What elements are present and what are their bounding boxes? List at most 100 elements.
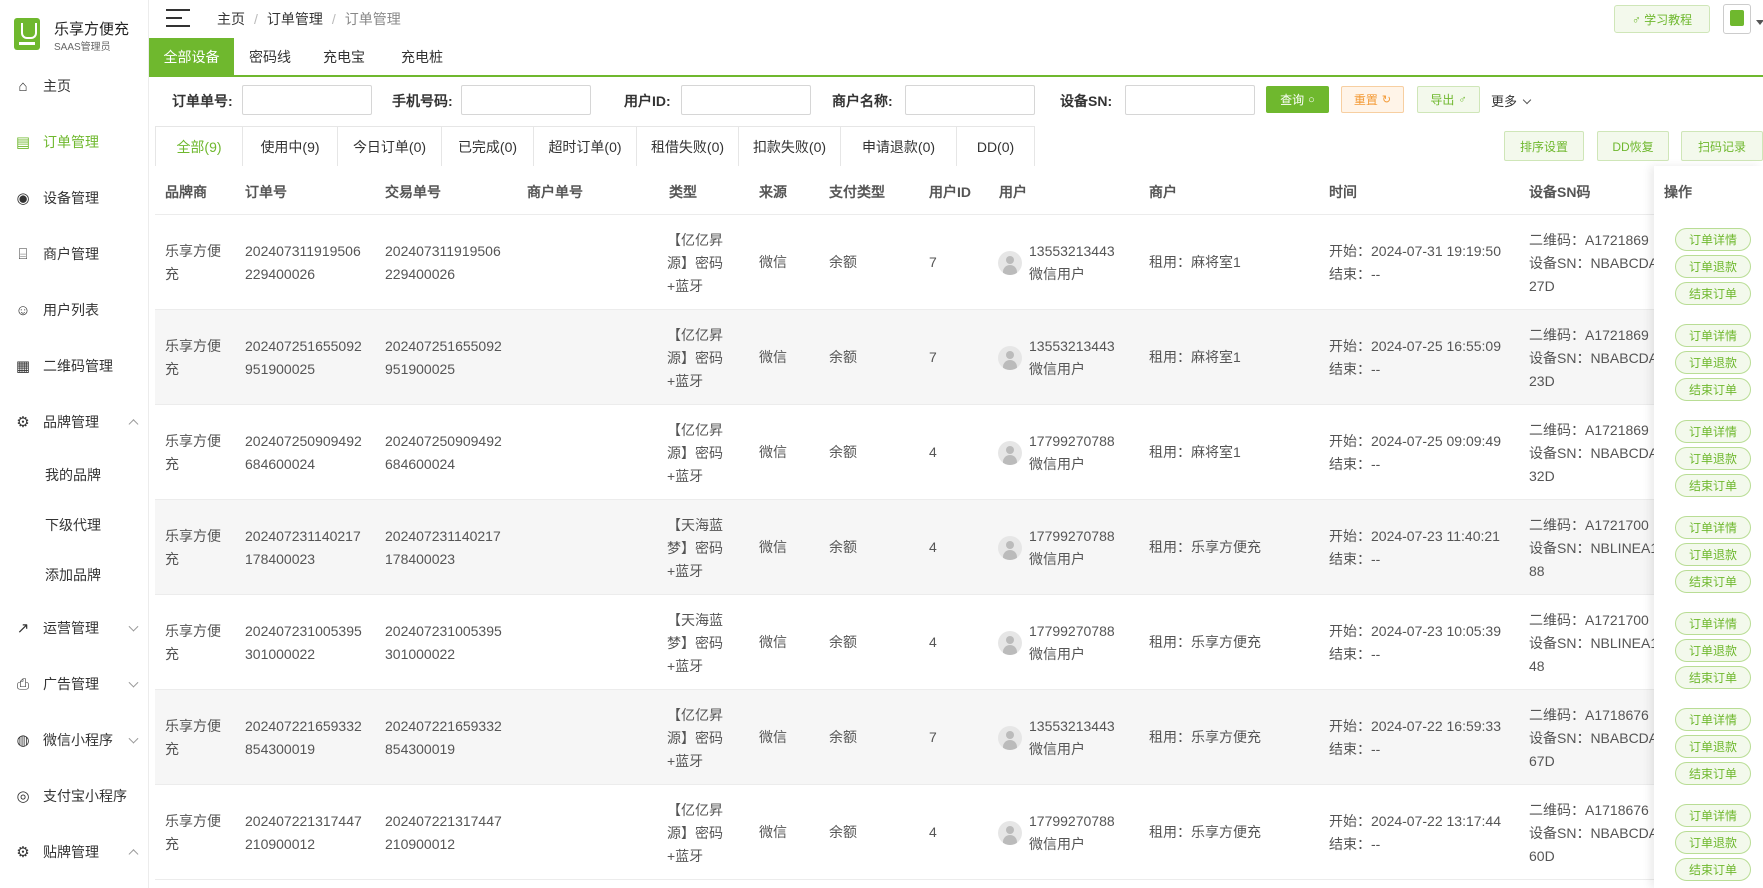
avatar[interactable] <box>1723 4 1751 34</box>
phone-label: 手机号码: <box>392 93 453 109</box>
order-refund-button[interactable]: 订单退款 <box>1675 447 1751 470</box>
cell-pay-type: 余额 <box>829 729 857 745</box>
cell-order-no: 202407231140217178400023 <box>245 528 361 567</box>
cell-trade-no: 202407311919506229400026 <box>385 243 501 282</box>
chevron-down-icon <box>128 733 139 744</box>
tab-all[interactable]: 全部(9) <box>156 127 243 166</box>
tab-all-devices[interactable]: 全部设备 <box>149 38 234 75</box>
row-actions: 订单详情 订单退款 结束订单 <box>1654 503 1763 598</box>
sidebar-item-qrcode[interactable]: ▦ 二维码管理 <box>0 338 149 394</box>
order-detail-button[interactable]: 订单详情 <box>1675 516 1751 539</box>
sidebar-subitem-my-brand[interactable]: 我的品牌 <box>0 450 149 500</box>
device-sn-input[interactable] <box>1125 85 1255 115</box>
cell-trade-no: 202407251655092951900025 <box>385 338 502 377</box>
tab-refund-request[interactable]: 申请退款(0) <box>841 127 957 166</box>
order-refund-button[interactable]: 订单退款 <box>1675 639 1751 662</box>
more-filters-button[interactable]: 更多 <box>1491 91 1532 110</box>
row-actions: 订单详情 订单退款 结束订单 <box>1654 407 1763 502</box>
scan-records-button[interactable]: 扫码记录 <box>1681 131 1763 161</box>
cell-user-id: 7 <box>929 349 937 365</box>
sort-settings-button[interactable]: 排序设置 <box>1504 131 1584 161</box>
sidebar-item-merchants[interactable]: ⌸ 商户管理 <box>0 226 149 282</box>
order-refund-button[interactable]: 订单退款 <box>1675 831 1751 854</box>
tab-timeout[interactable]: 超时订单(0) <box>534 127 637 166</box>
sidebar-subitem-sub-agent[interactable]: 下级代理 <box>0 500 149 550</box>
tab-completed[interactable]: 已完成(0) <box>442 127 534 166</box>
query-button[interactable]: 查询 ○ <box>1266 86 1329 113</box>
sidebar-item-operation[interactable]: ↗ 运营管理 <box>0 600 149 656</box>
end-order-button[interactable]: 结束订单 <box>1675 666 1751 689</box>
order-refund-button[interactable]: 订单退款 <box>1675 351 1751 374</box>
caret-down-icon[interactable] <box>1756 20 1763 25</box>
tab-rent-failed[interactable]: 租借失败(0) <box>637 127 739 166</box>
sidebar-item-devices[interactable]: ◉ 设备管理 <box>0 170 149 226</box>
end-order-button[interactable]: 结束订单 <box>1675 858 1751 881</box>
cell-user-id: 7 <box>929 254 937 270</box>
cell-time: 开始：2024-07-25 09:09:49 结束：-- <box>1329 433 1501 472</box>
sidebar-item-alipay-app[interactable]: ◎ 支付宝小程序 <box>0 768 149 824</box>
phone-input[interactable] <box>461 85 591 115</box>
cell-time: 开始：2024-07-25 16:55:09 结束：-- <box>1329 338 1501 377</box>
tab-deduct-failed[interactable]: 扣款失败(0) <box>739 127 841 166</box>
cell-order-no: 202407221659332854300019 <box>245 718 362 757</box>
sidebar-item-home[interactable]: ⌂ 主页 <box>0 58 149 114</box>
row-actions: 订单详情 订单退款 结束订单 <box>1654 599 1763 694</box>
tab-password-cable[interactable]: 密码线 <box>234 38 306 75</box>
sidebar-item-wechat-app[interactable]: ◍ 微信小程序 <box>0 712 149 768</box>
col-order-no: 订单号 <box>245 184 287 200</box>
sidebar-item-orders[interactable]: ▤ 订单管理 <box>0 114 149 170</box>
breadcrumb-orders[interactable]: 订单管理 <box>267 11 323 27</box>
user-id-input[interactable] <box>681 85 811 115</box>
dd-restore-button[interactable]: DD恢复 <box>1597 131 1669 161</box>
order-detail-button[interactable]: 订单详情 <box>1675 708 1751 731</box>
sidebar-item-users[interactable]: ☺ 用户列表 <box>0 282 149 338</box>
export-button[interactable]: 导出 ♂ <box>1417 86 1480 113</box>
merchant-name-input[interactable] <box>905 85 1035 115</box>
user-avatar-icon <box>998 251 1022 275</box>
sidebar-item-ads[interactable]: ⎙ 广告管理 <box>0 656 149 712</box>
row-actions: 订单详情 订单退款 结束订单 <box>1654 791 1763 886</box>
order-refund-button[interactable]: 订单退款 <box>1675 255 1751 278</box>
row-actions: 订单详情 订单退款 结束订单 <box>1654 215 1763 310</box>
tab-charging-pile[interactable]: 充电桩 <box>382 38 462 75</box>
export-icon: ♂ <box>1458 93 1467 106</box>
cell-brand: 乐享方便充 <box>165 623 221 662</box>
brand-icon: ⚙ <box>16 413 30 431</box>
order-detail-button[interactable]: 订单详情 <box>1675 420 1751 443</box>
cell-user: 17799270788 微信用户 <box>1029 623 1115 662</box>
sidebar-item-label: 品牌管理 <box>43 414 99 430</box>
col-pay-type: 支付类型 <box>829 184 885 200</box>
sidebar-subitem-add-brand[interactable]: 添加品牌 <box>0 550 149 600</box>
reset-button[interactable]: 重置 ↻ <box>1341 86 1404 113</box>
tab-in-use[interactable]: 使用中(9) <box>243 127 338 166</box>
order-detail-button[interactable]: 订单详情 <box>1675 324 1751 347</box>
end-order-button[interactable]: 结束订单 <box>1675 570 1751 593</box>
cell-sn: 二维码：A1721700 设备SN：NBLINEA1 88 <box>1529 517 1657 579</box>
tab-power-bank[interactable]: 充电宝 <box>306 38 382 75</box>
end-order-button[interactable]: 结束订单 <box>1675 378 1751 401</box>
search-icon: ○ <box>1308 93 1315 106</box>
order-detail-button[interactable]: 订单详情 <box>1675 804 1751 827</box>
end-order-button[interactable]: 结束订单 <box>1675 282 1751 305</box>
settings-icon: ⚙ <box>16 843 30 861</box>
tutorial-button[interactable]: ♂ 学习教程 <box>1614 5 1710 33</box>
sidebar-item-oem[interactable]: ⚙ 贴牌管理 <box>0 824 149 880</box>
end-order-button[interactable]: 结束订单 <box>1675 762 1751 785</box>
cell-user-id: 7 <box>929 729 937 745</box>
tab-dd[interactable]: DD(0) <box>957 127 1034 166</box>
tab-today[interactable]: 今日订单(0) <box>338 127 442 166</box>
sidebar-item-brand[interactable]: ⚙ 品牌管理 <box>0 394 149 450</box>
order-detail-button[interactable]: 订单详情 <box>1675 228 1751 251</box>
menu-toggle-icon[interactable] <box>166 8 190 28</box>
breadcrumb-home[interactable]: 主页 <box>217 11 245 27</box>
order-refund-button[interactable]: 订单退款 <box>1675 543 1751 566</box>
order-detail-button[interactable]: 订单详情 <box>1675 612 1751 635</box>
user-avatar-icon <box>998 821 1022 845</box>
cell-type: 【亿亿昇源】密码+蓝牙 <box>667 232 723 294</box>
cell-merchant: 租用：麻将室1 <box>1149 254 1241 270</box>
order-no-input[interactable] <box>242 85 372 115</box>
order-refund-button[interactable]: 订单退款 <box>1675 735 1751 758</box>
cell-user: 13553213443 微信用户 <box>1029 338 1115 377</box>
cell-user-id: 4 <box>929 444 937 460</box>
end-order-button[interactable]: 结束订单 <box>1675 474 1751 497</box>
